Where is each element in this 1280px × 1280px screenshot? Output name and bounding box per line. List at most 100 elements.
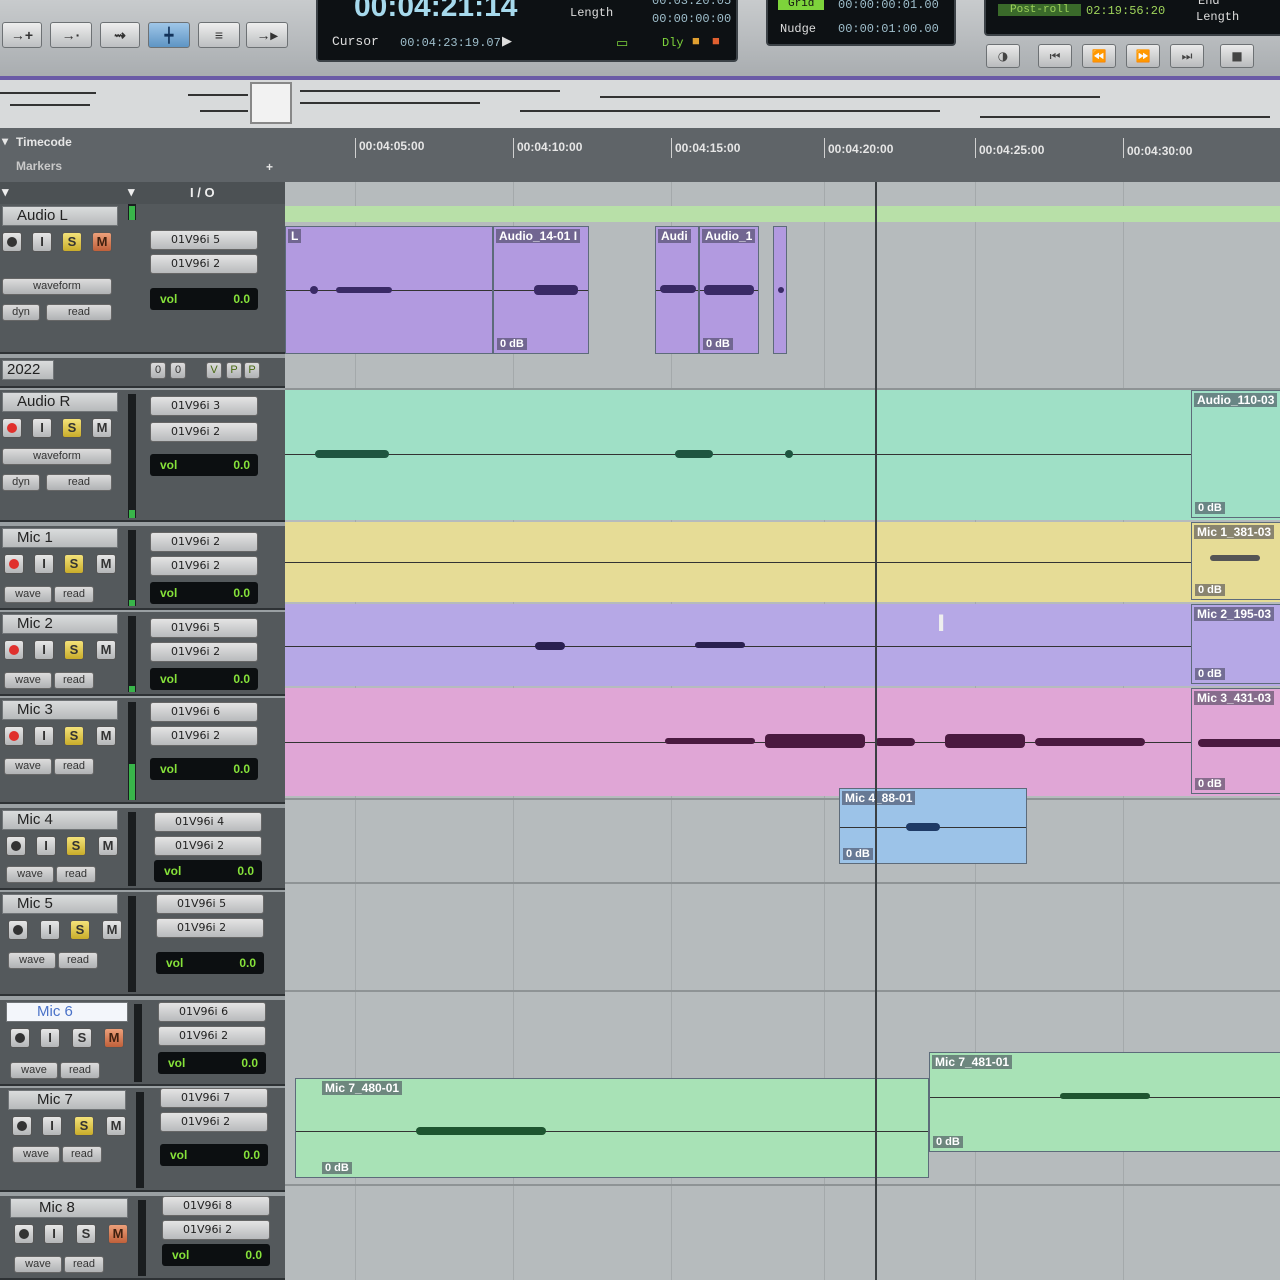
spot-mode-button[interactable]: ⇝ xyxy=(100,22,140,48)
input-selector[interactable]: 01V96i 6 xyxy=(158,1002,266,1022)
overview-visible-region[interactable] xyxy=(250,82,292,124)
go-to-end-button[interactable]: ⏭ xyxy=(1170,44,1204,68)
dly-label[interactable]: Dly xyxy=(662,36,684,50)
solo-button[interactable]: S xyxy=(76,1224,96,1244)
mute-button[interactable]: M xyxy=(104,1028,124,1048)
mute-button[interactable]: M xyxy=(96,640,116,660)
extra-button-a[interactable]: 0 xyxy=(150,362,166,379)
track-name[interactable]: Mic 4 xyxy=(2,810,118,830)
automation-mode-select[interactable]: read xyxy=(46,474,112,491)
volume-display[interactable]: vol 0.0 xyxy=(160,1144,268,1166)
volume-display[interactable]: vol 0.0 xyxy=(154,860,262,882)
track-view-select[interactable]: wave xyxy=(10,1062,58,1079)
grid-value[interactable]: 00:00:00:01.00 xyxy=(838,0,939,12)
track-name[interactable]: Mic 1 xyxy=(2,528,118,548)
clip[interactable]: Mic 7_481-01 0 dB xyxy=(929,1052,1280,1152)
mute-button[interactable]: M xyxy=(106,1116,126,1136)
record-button[interactable] xyxy=(2,418,22,438)
input-selector[interactable]: 01V96i 3 xyxy=(150,396,258,416)
volume-display[interactable]: vol 0.0 xyxy=(150,758,258,780)
track-view-select[interactable]: waveform xyxy=(2,278,112,295)
output-selector[interactable]: 01V96i 2 xyxy=(150,422,258,442)
mute-button[interactable]: M xyxy=(108,1224,128,1244)
input-selector[interactable]: 01V96i 5 xyxy=(156,894,264,914)
clip[interactable]: Audio_1 0 dB xyxy=(699,226,759,354)
delay-icon[interactable]: ▭ xyxy=(616,36,628,51)
record-button[interactable] xyxy=(10,1028,30,1048)
postroll-label[interactable]: Post-roll xyxy=(998,4,1082,16)
mute-button[interactable]: M xyxy=(92,232,112,252)
return-to-zero-button[interactable]: ⏮ xyxy=(1038,44,1072,68)
tracks-menu-icon[interactable]: ▾ xyxy=(2,184,9,200)
main-counter[interactable]: 00:04:21:14 Length 00:03:20:05 00:00:00:… xyxy=(316,0,738,62)
solo-button[interactable]: S xyxy=(64,554,84,574)
output-selector[interactable]: 01V96i 2 xyxy=(156,918,264,938)
selector-tool-button[interactable]: →▸ xyxy=(246,22,288,48)
track-name[interactable]: Mic 2 xyxy=(2,614,118,634)
lane-mic-2[interactable]: Mic 2_195-03 0 dB xyxy=(285,604,1280,686)
track-name[interactable]: Audio R xyxy=(2,392,118,412)
trim-tool-button[interactable]: ≡ xyxy=(198,22,240,48)
automation-mode-select[interactable]: read xyxy=(62,1146,102,1163)
solo-button[interactable]: S xyxy=(72,1028,92,1048)
output-selector[interactable]: 01V96i 2 xyxy=(154,836,262,856)
universe-overview[interactable] xyxy=(0,80,1280,128)
output-selector[interactable]: 01V96i 2 xyxy=(150,254,258,274)
record-link-icon[interactable]: ■ xyxy=(712,34,720,49)
track-name[interactable]: 2022 xyxy=(2,360,54,380)
mute-button[interactable]: M xyxy=(102,920,122,940)
track-view-select[interactable]: wave xyxy=(12,1146,60,1163)
record-button[interactable] xyxy=(4,726,24,746)
record-button[interactable] xyxy=(12,1116,32,1136)
clip[interactable]: L xyxy=(285,226,493,354)
output-selector[interactable]: 01V96i 2 xyxy=(158,1026,266,1046)
fast-forward-button[interactable]: ⏩ xyxy=(1126,44,1160,68)
output-selector[interactable]: 01V96i 2 xyxy=(160,1112,268,1132)
clip[interactable]: Mic 3_431-03 0 dB xyxy=(1191,688,1280,794)
input-selector[interactable]: 01V96i 7 xyxy=(160,1088,268,1108)
volume-display[interactable]: vol 0.0 xyxy=(150,288,258,310)
voice-button[interactable]: V xyxy=(206,362,222,379)
solo-button[interactable]: S xyxy=(64,726,84,746)
track-view-select[interactable]: wave xyxy=(6,866,54,883)
stop-button[interactable]: ■ xyxy=(1220,44,1254,68)
priority-button[interactable]: P xyxy=(226,362,242,379)
automation-mode-select[interactable]: read xyxy=(54,586,94,603)
solo-button[interactable]: S xyxy=(66,836,86,856)
postroll-value[interactable]: 02:19:56:20 xyxy=(1086,4,1165,18)
timecode-ruler-label[interactable]: Timecode xyxy=(16,135,72,149)
input-monitor-button[interactable]: I xyxy=(40,920,60,940)
lane-mic-3[interactable]: Mic 3_431-03 0 dB xyxy=(285,688,1280,796)
clip[interactable]: Mic 1_381-03 0 dB xyxy=(1191,522,1280,600)
ruler-disclosure-icon[interactable]: ▾ xyxy=(2,134,8,148)
track-name[interactable]: Mic 3 xyxy=(2,700,118,720)
link-icon[interactable]: ■ xyxy=(692,34,700,49)
rewind-button[interactable]: ⏪ xyxy=(1082,44,1116,68)
clip[interactable] xyxy=(773,226,787,354)
input-monitor-button[interactable]: I xyxy=(42,1116,62,1136)
volume-display[interactable]: vol 0.0 xyxy=(150,582,258,604)
record-button[interactable] xyxy=(6,836,26,856)
input-selector[interactable]: 01V96i 8 xyxy=(162,1196,270,1216)
shuffle-mode-button[interactable]: →+ xyxy=(2,22,42,48)
volume-display[interactable]: vol 0.0 xyxy=(156,952,264,974)
input-selector[interactable]: 01V96i 2 xyxy=(150,532,258,552)
track-view-select[interactable]: wave xyxy=(4,758,52,775)
lane-audio-r[interactable]: Audio_110-03 0 dB xyxy=(285,390,1280,520)
lane-mic-1[interactable]: Mic 1_381-03 0 dB xyxy=(285,522,1280,602)
priority-button[interactable]: P xyxy=(244,362,260,379)
solo-button[interactable]: S xyxy=(62,232,82,252)
input-selector[interactable]: 01V96i 6 xyxy=(150,702,258,722)
track-view-select[interactable]: waveform xyxy=(2,448,112,465)
input-selector[interactable]: 01V96i 5 xyxy=(150,618,258,638)
tracks-sort-icon[interactable]: ▾ xyxy=(128,184,135,200)
markers-ruler-label[interactable]: Markers xyxy=(16,159,62,173)
mute-button[interactable]: M xyxy=(96,726,116,746)
track-name[interactable]: Mic 6 xyxy=(6,1002,128,1022)
automation-mode-select[interactable]: read xyxy=(56,866,96,883)
automation-mode-select[interactable]: read xyxy=(58,952,98,969)
grid-label[interactable]: Grid xyxy=(778,0,825,10)
clip[interactable]: Audi xyxy=(655,226,699,354)
track-name[interactable]: Mic 5 xyxy=(2,894,118,914)
input-monitor-button[interactable]: I xyxy=(44,1224,64,1244)
